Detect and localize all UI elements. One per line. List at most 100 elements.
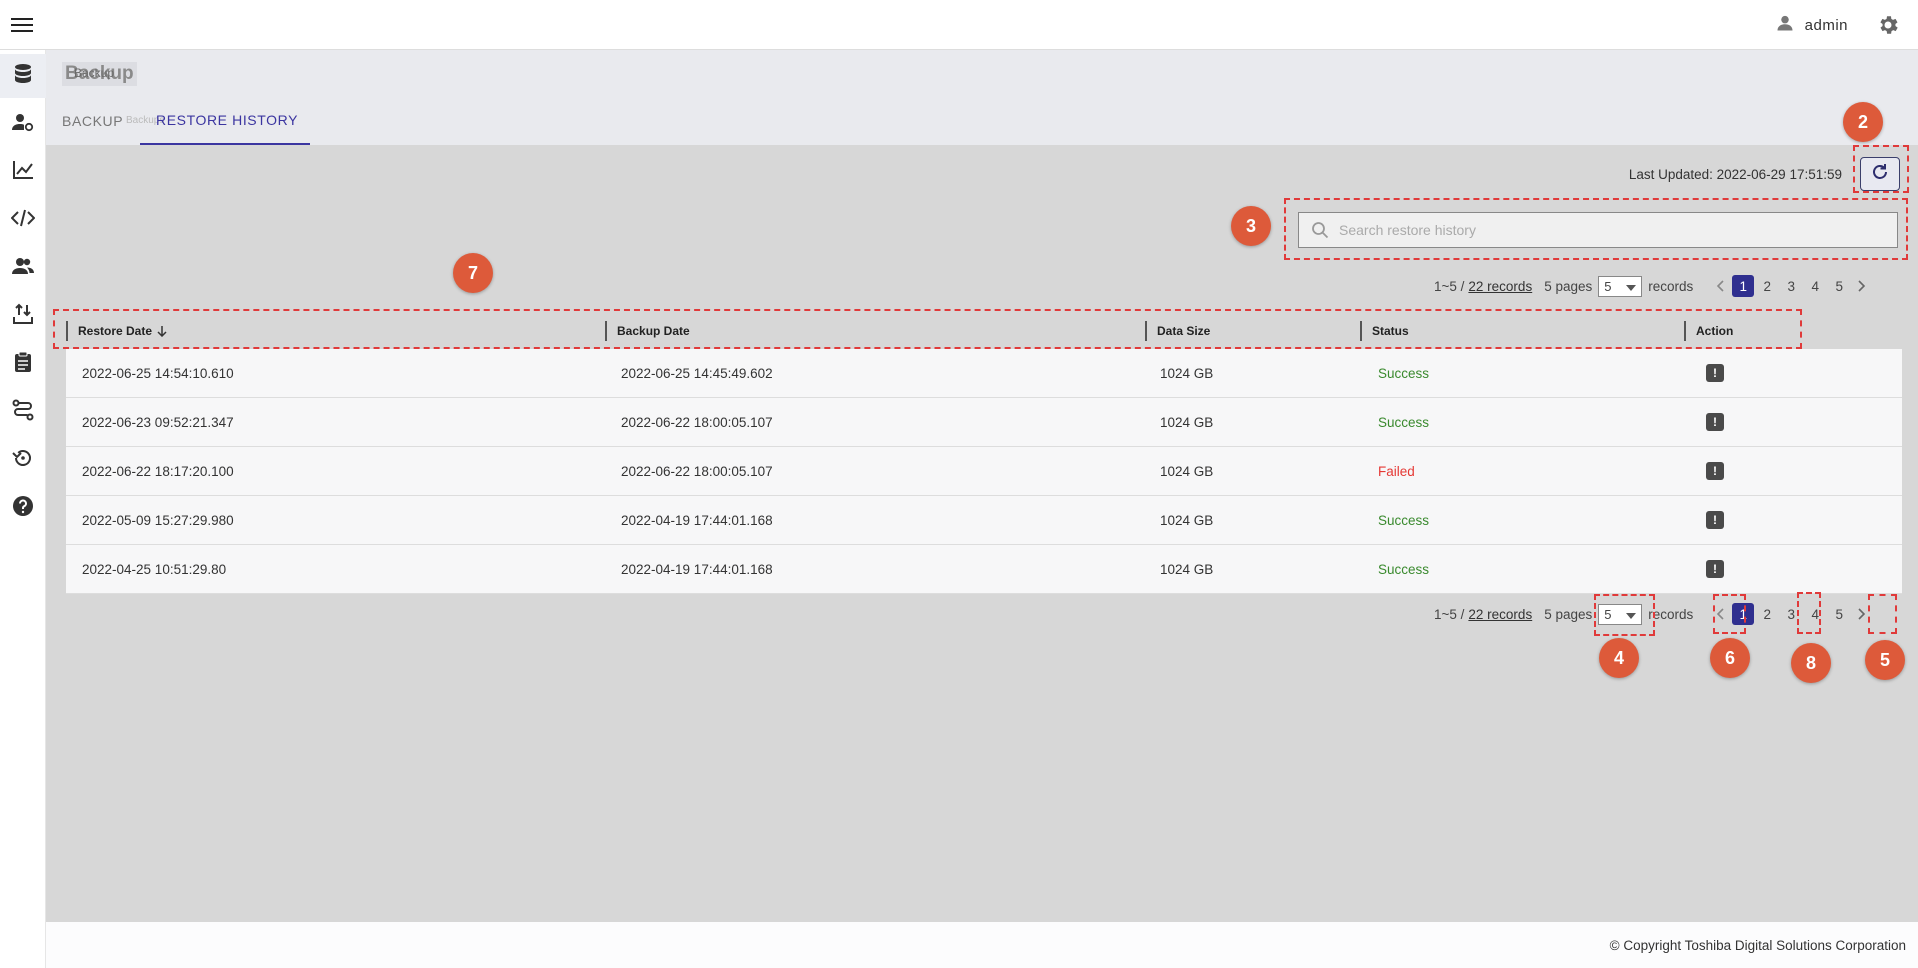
cell-action: !	[1706, 447, 1724, 495]
cell-restore-date: 2022-06-22 18:17:20.100	[82, 463, 234, 479]
prev-page-button[interactable]	[1709, 275, 1731, 297]
restore-icon	[12, 447, 34, 474]
cell-status: Success	[1378, 561, 1430, 577]
code-icon	[10, 209, 36, 232]
cell-action: !	[1706, 545, 1724, 593]
page-2-button[interactable]: 2	[1756, 603, 1778, 625]
pages-count: 5 pages	[1544, 278, 1593, 294]
records-link[interactable]: 22 records	[1468, 607, 1532, 622]
table-row: 2022-06-22 18:17:20.100 2022-06-22 18:00…	[66, 447, 1902, 496]
per-page-select[interactable]: 5	[1598, 275, 1643, 297]
page-header: Backup Backup BACKUP Backups RESTORE HIS…	[46, 50, 1918, 145]
callout-badge: 4	[1599, 638, 1639, 678]
annotation-box-page-3	[1797, 592, 1821, 634]
cell-backup-date: 2022-04-19 17:44:01.168	[621, 512, 773, 528]
pages-count: 5 pages	[1544, 606, 1593, 622]
database-icon	[13, 63, 33, 90]
hamburger-menu-icon[interactable]	[8, 11, 36, 39]
cell-backup-date: 2022-06-22 18:00:05.107	[621, 414, 773, 430]
callout-badge: 2	[1843, 102, 1883, 142]
sidebar-item-users[interactable]	[0, 246, 46, 290]
cell-restore-date: 2022-06-25 14:54:10.610	[82, 365, 234, 381]
cell-data-size: 1024 GB	[1160, 414, 1214, 430]
users-icon	[12, 257, 34, 280]
details-button[interactable]: !	[1706, 364, 1724, 382]
details-button[interactable]: !	[1706, 511, 1724, 529]
copyright-text: © Copyright Toshiba Digital Solutions Co…	[1609, 938, 1906, 953]
clipboard-icon	[14, 351, 32, 378]
tab-backup[interactable]: BACKUP	[62, 97, 123, 145]
callout-badge: 3	[1231, 206, 1271, 246]
cell-data-size: 1024 GB	[1160, 365, 1214, 381]
sidebar-item-restore[interactable]	[0, 438, 46, 482]
table-row: 2022-06-23 09:52:21.347 2022-06-22 18:00…	[66, 398, 1902, 447]
sidebar-item-routes[interactable]	[0, 390, 46, 434]
table-row: 2022-04-25 10:51:29.80 2022-04-19 17:44:…	[66, 545, 1902, 594]
import-export-icon	[12, 303, 34, 330]
records-range: 1~5 /	[1434, 606, 1465, 622]
cell-backup-date: 2022-06-22 18:00:05.107	[621, 463, 773, 479]
cell-restore-date: 2022-04-25 10:51:29.80	[82, 561, 227, 577]
page-4-button[interactable]: 4	[1804, 275, 1826, 297]
help-icon	[12, 495, 34, 522]
cell-backup-date: 2022-04-19 17:44:01.168	[621, 561, 773, 577]
cell-status: Success	[1378, 414, 1430, 430]
annotation-box-columns	[53, 309, 1802, 349]
cell-data-size: 1024 GB	[1160, 512, 1214, 528]
annotation-box-refresh	[1853, 145, 1909, 193]
details-button[interactable]: !	[1706, 560, 1724, 578]
annotation-box-search	[1284, 198, 1908, 260]
cell-data-size: 1024 GB	[1160, 561, 1214, 577]
cell-restore-date: 2022-05-09 15:27:29.980	[82, 512, 234, 528]
restore-history-table: Restore Date Backup Date Data Size Statu…	[66, 313, 1902, 594]
details-button[interactable]: !	[1706, 462, 1724, 480]
sidebar-item-database[interactable]	[0, 54, 46, 98]
sidebar-item-code[interactable]	[0, 198, 46, 242]
sidebar-item-user-settings[interactable]	[0, 102, 46, 146]
annotation-box-prev	[1713, 594, 1746, 634]
sidebar-item-import-export[interactable]	[0, 294, 46, 338]
callout-badge: 8	[1791, 643, 1831, 683]
table-row: 2022-06-25 14:54:10.610 2022-06-25 14:45…	[66, 349, 1902, 398]
cell-restore-date: 2022-06-23 09:52:21.347	[82, 414, 234, 430]
sidebar-item-monitoring[interactable]	[0, 150, 46, 194]
next-page-button[interactable]	[1851, 275, 1873, 297]
main-content: Last Updated: 2022-06-29 17:51:59 1~5 / …	[46, 145, 1918, 922]
annotation-box-per-page	[1594, 594, 1655, 636]
cell-action: !	[1706, 398, 1724, 446]
page-5-button[interactable]: 5	[1828, 603, 1850, 625]
page-5-button[interactable]: 5	[1828, 275, 1850, 297]
cell-backup-date: 2022-06-25 14:45:49.602	[621, 365, 773, 381]
page-3-button[interactable]: 3	[1780, 275, 1802, 297]
cell-action: !	[1706, 349, 1724, 397]
user-icon	[1775, 13, 1795, 37]
records-link[interactable]: 22 records	[1468, 279, 1532, 294]
callout-badge: 5	[1865, 640, 1905, 680]
cell-status: Success	[1378, 512, 1430, 528]
sidebar	[0, 50, 46, 968]
details-button[interactable]: !	[1706, 413, 1724, 431]
callout-badge: 6	[1710, 638, 1750, 678]
user-menu[interactable]: admin	[1775, 13, 1848, 37]
username-label: admin	[1804, 16, 1848, 34]
cell-status: Success	[1378, 365, 1430, 381]
table-row: 2022-05-09 15:27:29.980 2022-04-19 17:44…	[66, 496, 1902, 545]
top-bar: admin	[0, 0, 1918, 50]
route-icon	[12, 399, 34, 426]
gear-icon[interactable]	[1876, 13, 1902, 39]
records-label: records	[1648, 606, 1694, 622]
chevron-down-icon	[1626, 279, 1637, 294]
page-2-button[interactable]: 2	[1756, 275, 1778, 297]
tab-restore-history[interactable]: RESTORE HISTORY	[140, 97, 310, 145]
records-label: records	[1648, 278, 1694, 294]
last-updated-text: Last Updated: 2022-06-29 17:51:59	[1628, 167, 1842, 182]
per-page-value: 5	[1604, 278, 1612, 294]
pagination-top: 1~5 / 22 records 5 pages 5 records 1 2 3…	[1434, 275, 1873, 297]
callout-badge: 7	[453, 253, 493, 293]
page-1-button[interactable]: 1	[1732, 275, 1755, 297]
sidebar-item-logs[interactable]	[0, 342, 46, 386]
chart-line-icon	[12, 160, 34, 185]
records-range: 1~5 /	[1434, 278, 1465, 294]
sidebar-item-help[interactable]	[0, 486, 46, 530]
page-title-ghost: Backup	[74, 66, 115, 80]
